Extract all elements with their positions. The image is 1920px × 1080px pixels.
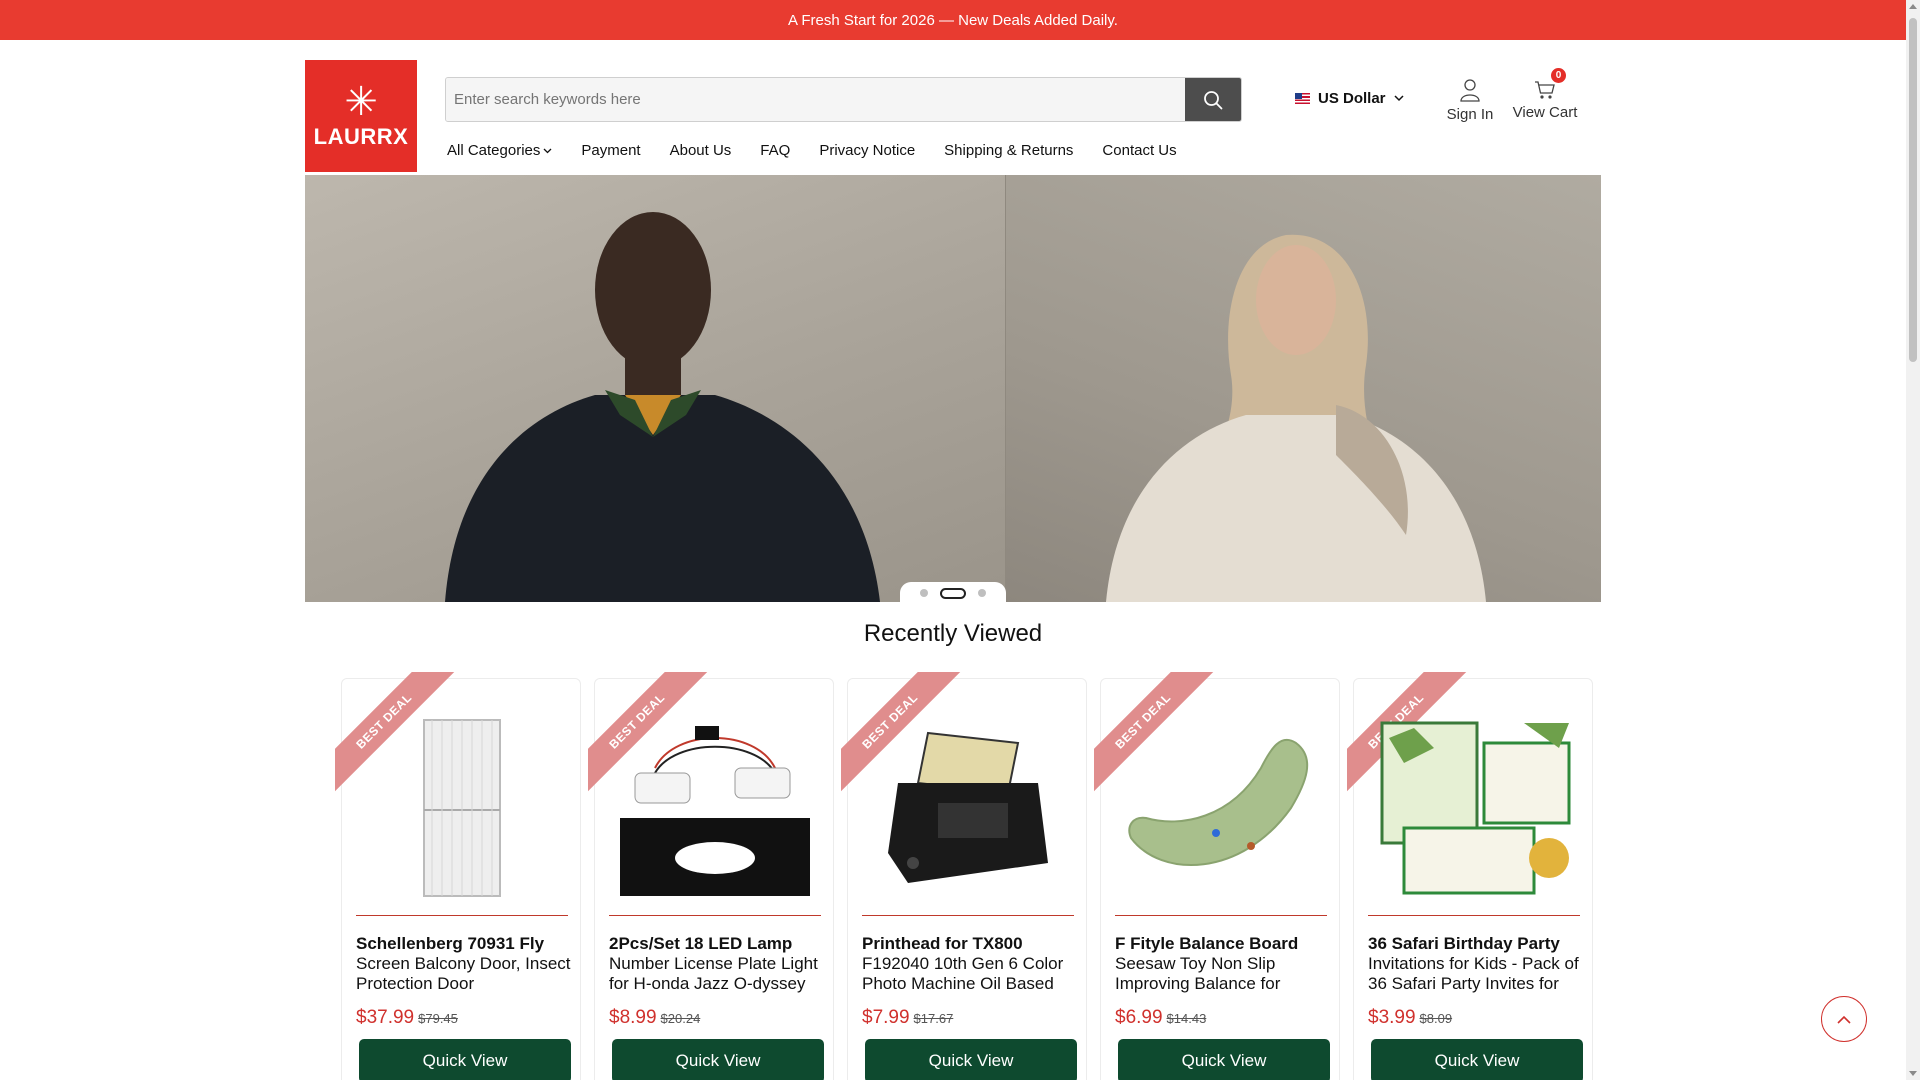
hero-banner[interactable] xyxy=(305,175,1601,602)
scroll-down-icon[interactable] xyxy=(1909,1071,1917,1076)
current-price: $6.99 xyxy=(1115,1007,1163,1028)
quick-view-button[interactable]: Quick View xyxy=(865,1039,1077,1080)
hero-carousel-indicators xyxy=(900,582,1006,604)
product-title[interactable]: F Fityle Balance Board Seesaw Toy Non Sl… xyxy=(1115,934,1331,994)
nav-payment[interactable]: Payment xyxy=(581,142,640,159)
user-icon xyxy=(1460,79,1480,102)
nav-all-categories[interactable]: All Categories xyxy=(447,142,552,159)
original-price: $20.24 xyxy=(660,1011,701,1026)
quick-view-button[interactable]: Quick View xyxy=(1118,1039,1330,1080)
product-price: $37.99 $79.45 xyxy=(356,1007,458,1029)
sign-in-label: Sign In xyxy=(1446,106,1494,123)
nav-faq[interactable]: FAQ xyxy=(760,142,790,159)
current-price: $8.99 xyxy=(609,1007,657,1028)
product-price: $7.99 $17.67 xyxy=(862,1007,953,1029)
original-price: $17.67 xyxy=(913,1011,954,1026)
scroll-up-icon[interactable] xyxy=(1909,4,1917,9)
recently-viewed-title: Recently Viewed xyxy=(863,620,1043,647)
nav-contact-us[interactable]: Contact Us xyxy=(1102,142,1176,159)
product-price: $6.99 $14.43 xyxy=(1115,1007,1206,1029)
chevron-up-icon xyxy=(1837,1015,1851,1024)
product-title[interactable]: Printhead for TX800 F192040 10th Gen 6 C… xyxy=(862,934,1078,994)
original-price: $79.45 xyxy=(418,1011,458,1026)
carousel-dot-1[interactable] xyxy=(920,589,928,597)
sign-in-link[interactable]: Sign In xyxy=(1440,74,1500,123)
card-divider xyxy=(1115,915,1327,916)
product-title[interactable]: Schellenberg 70931 Fly Screen Balcony Do… xyxy=(356,934,572,994)
original-price: $8.09 xyxy=(1419,1011,1453,1026)
cart-icon xyxy=(1535,81,1555,99)
current-price: $37.99 xyxy=(356,1007,415,1028)
search-button[interactable] xyxy=(1185,78,1241,121)
cart-count-badge: 0 xyxy=(1551,68,1566,83)
view-cart-link[interactable]: 0 View Cart xyxy=(1510,68,1580,121)
main-nav: All Categories Payment About Us FAQ Priv… xyxy=(447,142,1177,159)
card-divider xyxy=(356,915,568,916)
nav-all-categories-label: All Categories xyxy=(447,142,541,159)
quick-view-button[interactable]: Quick View xyxy=(359,1039,571,1080)
nav-shipping-returns[interactable]: Shipping & Returns xyxy=(944,142,1073,159)
card-divider xyxy=(1368,915,1580,916)
quick-view-button[interactable]: Quick View xyxy=(612,1039,824,1080)
announcement-text: A Fresh Start for 2026 — New Deals Added… xyxy=(788,11,1118,29)
hero-image-man-sweater xyxy=(305,175,1006,602)
product-card[interactable]: BEST DEAL Printhead for TX800 F192040 10… xyxy=(841,672,1087,1080)
scrollbar-thumb[interactable] xyxy=(1909,18,1917,362)
us-flag-icon xyxy=(1295,93,1310,104)
site-logo[interactable]: ✳ LAURRX xyxy=(305,60,417,172)
card-divider xyxy=(609,915,821,916)
page-scrollbar[interactable] xyxy=(1906,0,1920,1080)
hero-image-woman-sweater xyxy=(1006,175,1601,602)
carousel-dot-3[interactable] xyxy=(978,589,986,597)
product-title[interactable]: 36 Safari Birthday Party Invitations for… xyxy=(1368,934,1584,994)
quick-view-button[interactable]: Quick View xyxy=(1371,1039,1583,1080)
logo-star-icon: ✳ xyxy=(344,80,378,124)
product-image-led-lamp[interactable] xyxy=(609,717,821,899)
product-image-balance-board[interactable] xyxy=(1115,717,1327,899)
back-to-top-button[interactable] xyxy=(1821,996,1867,1042)
product-card[interactable]: BEST DEAL F Fityle Balance Board Seesaw … xyxy=(1094,672,1340,1080)
search-icon xyxy=(1204,90,1223,109)
product-image-printhead[interactable] xyxy=(862,717,1074,899)
view-cart-label: View Cart xyxy=(1512,104,1578,121)
currency-label: US Dollar xyxy=(1318,90,1386,107)
original-price: $14.43 xyxy=(1166,1011,1207,1026)
product-price: $8.99 $20.24 xyxy=(609,1007,700,1029)
product-price: $3.99 $8.09 xyxy=(1368,1007,1452,1029)
chevron-down-icon xyxy=(1393,95,1404,102)
search-input[interactable] xyxy=(446,78,1185,121)
announcement-bar: A Fresh Start for 2026 — New Deals Added… xyxy=(0,0,1906,40)
product-image-fly-screen[interactable] xyxy=(356,717,568,899)
logo-text: LAURRX xyxy=(313,124,409,149)
product-card[interactable]: BEST DEAL 36 Safari Birthday Party Invit… xyxy=(1347,672,1593,1080)
product-card[interactable]: BEST DEAL 2Pcs/Set 18 LED Lamp Number Li… xyxy=(588,672,834,1080)
chevron-down-icon xyxy=(543,148,552,153)
search-bar xyxy=(445,77,1242,122)
recently-viewed-list: BEST DEAL Schellenberg 70931 Fly Screen … xyxy=(335,672,1593,1080)
product-title[interactable]: 2Pcs/Set 18 LED Lamp Number License Plat… xyxy=(609,934,825,994)
nav-privacy-notice[interactable]: Privacy Notice xyxy=(819,142,915,159)
product-image-safari-invitations[interactable] xyxy=(1368,717,1580,899)
carousel-dot-2-active[interactable] xyxy=(940,587,966,599)
current-price: $3.99 xyxy=(1368,1007,1416,1028)
product-card[interactable]: BEST DEAL Schellenberg 70931 Fly Screen … xyxy=(335,672,581,1080)
current-price: $7.99 xyxy=(862,1007,910,1028)
currency-selector[interactable]: US Dollar xyxy=(1295,90,1404,107)
nav-about-us[interactable]: About Us xyxy=(670,142,732,159)
card-divider xyxy=(862,915,1074,916)
